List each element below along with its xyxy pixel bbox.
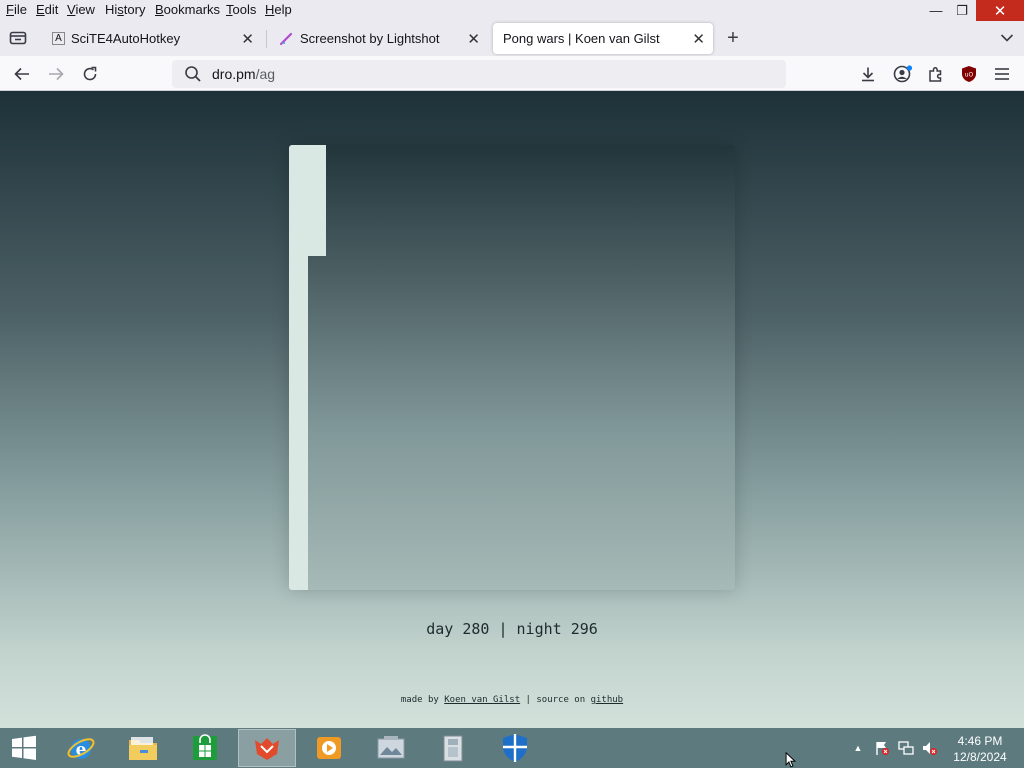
github-link[interactable]: github bbox=[591, 695, 624, 705]
web-page: day 280 | night 296 made by Koen van Gil… bbox=[0, 91, 1024, 728]
media-player-button[interactable] bbox=[300, 729, 358, 767]
forward-arrow-icon bbox=[49, 67, 64, 81]
browser-taskbar-button[interactable] bbox=[238, 729, 296, 767]
tab-pong-wars[interactable]: Pong wars | Koen van Gilst ✕ bbox=[493, 23, 713, 54]
menu-history[interactable]: History bbox=[105, 2, 145, 17]
account-icon bbox=[893, 65, 913, 83]
tab-separator bbox=[266, 30, 267, 48]
start-button[interactable] bbox=[0, 729, 48, 767]
firefox-view-icon bbox=[9, 31, 27, 45]
new-tab-button[interactable]: + bbox=[719, 24, 747, 52]
taskbar: e ▲ 4:46 PM 12/8/2024 bbox=[0, 728, 1024, 768]
page-footer: made by Koen van Gilst | source on githu… bbox=[0, 695, 1024, 705]
show-hidden-icons-button[interactable]: ▲ bbox=[850, 740, 866, 756]
ublock-origin-button[interactable]: uO bbox=[955, 60, 983, 88]
close-window-button[interactable]: ✕ bbox=[976, 0, 1024, 21]
clock-date: 12/8/2024 bbox=[953, 750, 1007, 764]
image-viewer-button[interactable] bbox=[362, 729, 420, 767]
windows-logo-icon bbox=[12, 735, 36, 760]
author-link[interactable]: Koen van Gilst bbox=[444, 695, 520, 705]
photo-icon bbox=[377, 736, 405, 759]
pong-wars-canvas bbox=[289, 145, 735, 590]
list-all-tabs-button[interactable] bbox=[993, 24, 1021, 52]
day-label: day bbox=[426, 620, 454, 638]
firefox-icon bbox=[255, 738, 279, 760]
back-button[interactable] bbox=[8, 60, 36, 88]
menu-bookmarks[interactable]: Bookmarks bbox=[155, 2, 220, 17]
media-icon bbox=[317, 737, 341, 759]
tab-scite4autohotkey[interactable]: A SciTE4AutoHotkey ✕ bbox=[44, 23, 262, 54]
day-territory bbox=[289, 256, 308, 590]
download-icon bbox=[862, 67, 874, 82]
tab-strip: A SciTE4AutoHotkey ✕ Screenshot by Light… bbox=[0, 21, 1024, 56]
account-button[interactable] bbox=[889, 60, 917, 88]
hamburger-menu-icon bbox=[995, 68, 1009, 80]
back-arrow-icon bbox=[14, 67, 29, 81]
tab-title: Pong wars | Koen van Gilst bbox=[503, 31, 660, 46]
navigation-toolbar: dro.pm/ag uO bbox=[0, 56, 1024, 91]
night-score: 296 bbox=[570, 620, 598, 638]
menu-help[interactable]: Help bbox=[265, 2, 292, 17]
search-icon bbox=[184, 65, 202, 86]
night-label: night bbox=[516, 620, 562, 638]
archive-button[interactable] bbox=[424, 729, 482, 767]
menu-view[interactable]: View bbox=[67, 2, 95, 17]
tab-title: SciTE4AutoHotkey bbox=[71, 31, 181, 46]
extensions-button[interactable] bbox=[922, 60, 950, 88]
restore-button[interactable]: ❐ bbox=[944, 0, 980, 21]
clock-time: 4:46 PM bbox=[957, 734, 1003, 748]
menu-edit[interactable]: Edit bbox=[36, 2, 58, 17]
archive-icon bbox=[443, 735, 463, 762]
puzzle-icon bbox=[929, 66, 942, 82]
action-center-flag-icon[interactable] bbox=[874, 740, 890, 756]
tab-lightshot[interactable]: Screenshot by Lightshot ✕ bbox=[270, 23, 488, 54]
downloads-button[interactable] bbox=[854, 60, 882, 88]
folder-icon bbox=[129, 737, 157, 760]
app-menu-button[interactable] bbox=[988, 60, 1016, 88]
chevron-down-icon bbox=[1000, 34, 1014, 42]
ublock-shield-icon: uO bbox=[962, 66, 976, 82]
shield-icon bbox=[503, 734, 527, 762]
tab-close-icon[interactable]: ✕ bbox=[692, 30, 705, 48]
reload-icon bbox=[83, 66, 97, 81]
url-bar[interactable]: dro.pm/ag bbox=[172, 60, 786, 88]
file-explorer-button[interactable] bbox=[114, 729, 172, 767]
defender-button[interactable] bbox=[486, 729, 544, 767]
score-separator: | bbox=[498, 620, 508, 638]
menu-tools[interactable]: Tools bbox=[226, 2, 256, 17]
autohotkey-icon: A bbox=[52, 32, 65, 45]
system-clock[interactable]: 4:46 PM 12/8/2024 bbox=[944, 733, 1016, 765]
score-display: day 280 | night 296 bbox=[0, 620, 1024, 638]
day-territory bbox=[289, 145, 326, 256]
forward-button[interactable] bbox=[42, 60, 70, 88]
menu-file[interactable]: File bbox=[6, 2, 27, 17]
footer-separator: | bbox=[525, 695, 531, 705]
made-by-text: made by bbox=[400, 695, 439, 705]
network-icon[interactable] bbox=[898, 740, 914, 756]
day-score: 280 bbox=[462, 620, 490, 638]
lightshot-icon bbox=[278, 31, 294, 47]
tab-title: Screenshot by Lightshot bbox=[300, 31, 440, 46]
firefox-view-button[interactable] bbox=[4, 24, 32, 52]
url-path: /ag bbox=[255, 66, 276, 82]
reload-button[interactable] bbox=[76, 60, 104, 88]
menu-bar: File Edit View History Bookmarks Tools H… bbox=[0, 0, 1024, 21]
source-on-text: source on bbox=[536, 695, 586, 705]
store-button[interactable] bbox=[176, 729, 234, 767]
internet-explorer-button[interactable]: e bbox=[52, 729, 110, 767]
volume-muted-icon[interactable] bbox=[922, 740, 938, 756]
mouse-cursor-icon bbox=[785, 752, 797, 768]
url-host: dro.pm bbox=[212, 66, 256, 82]
tab-close-icon[interactable]: ✕ bbox=[467, 30, 480, 48]
svg-text:uO: uO bbox=[965, 72, 974, 79]
ie-icon: e bbox=[67, 738, 95, 760]
browser-chrome: File Edit View History Bookmarks Tools H… bbox=[0, 0, 1024, 91]
store-icon bbox=[193, 734, 217, 760]
tab-close-icon[interactable]: ✕ bbox=[241, 30, 254, 48]
